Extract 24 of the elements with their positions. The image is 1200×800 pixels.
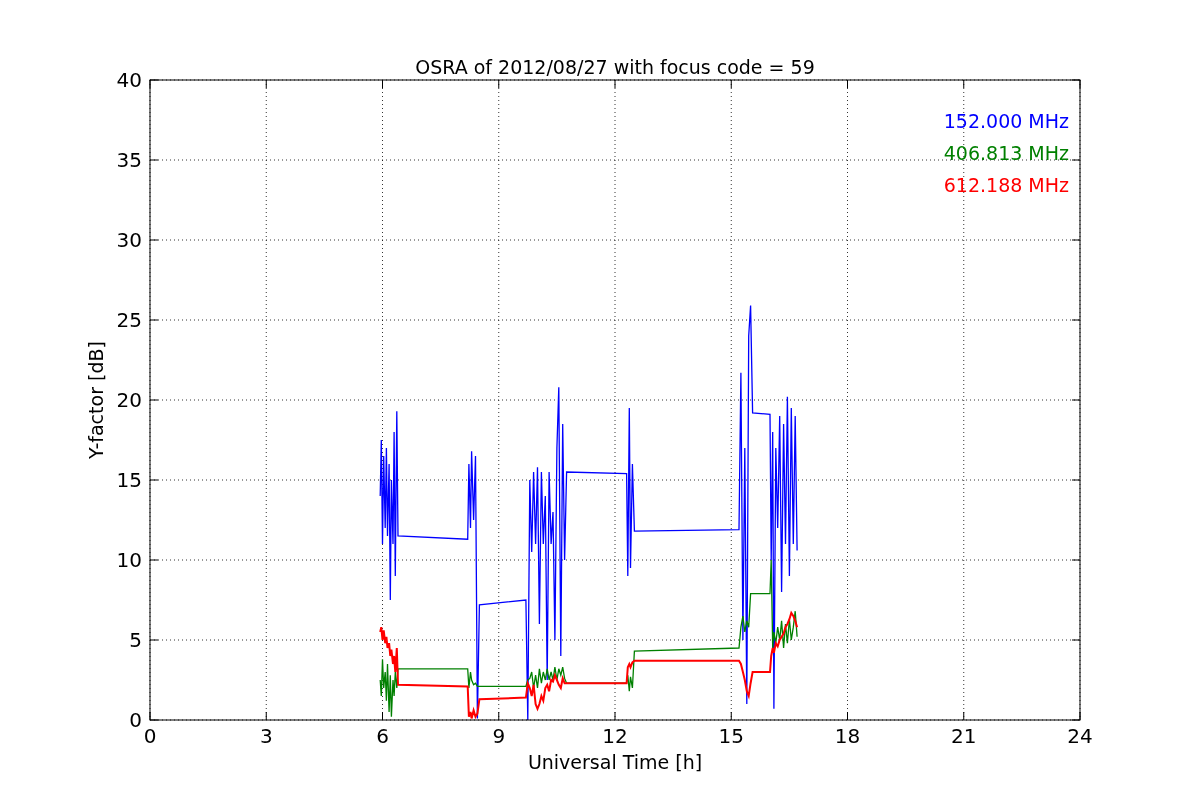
y-axis-label: Y-factor [dB] (85, 341, 107, 459)
y-tick-label: 0 (129, 708, 142, 732)
x-tick-label: 21 (951, 724, 977, 748)
y-tick-label: 30 (116, 228, 142, 252)
y-tick-label: 25 (116, 308, 142, 332)
y-tick-label: 15 (116, 468, 142, 492)
legend-label: 612.188 MHz (943, 174, 1069, 196)
x-tick-label: 3 (259, 724, 273, 748)
x-axis-label: Universal Time [h] (527, 751, 703, 773)
x-tick-label: 15 (718, 724, 744, 748)
x-tick-label: 18 (834, 724, 861, 748)
x-tick-label: 12 (602, 724, 628, 748)
x-tick-label: 0 (143, 724, 157, 748)
legend-label: 152.000 MHz (943, 110, 1069, 132)
y-tick-label: 35 (116, 148, 142, 172)
x-tick-label: 6 (376, 724, 389, 748)
x-tick-label: 24 (1067, 724, 1093, 748)
y-tick-label: 40 (116, 68, 142, 92)
chart-title: OSRA of 2012/08/27 with focus code = 59 (415, 56, 815, 78)
legend-label: 406.813 MHz (943, 142, 1069, 164)
y-tick-label: 20 (116, 388, 142, 412)
y-tick-label: 5 (129, 628, 142, 652)
x-tick-label: 9 (492, 724, 506, 748)
y-tick-label: 10 (116, 548, 142, 572)
